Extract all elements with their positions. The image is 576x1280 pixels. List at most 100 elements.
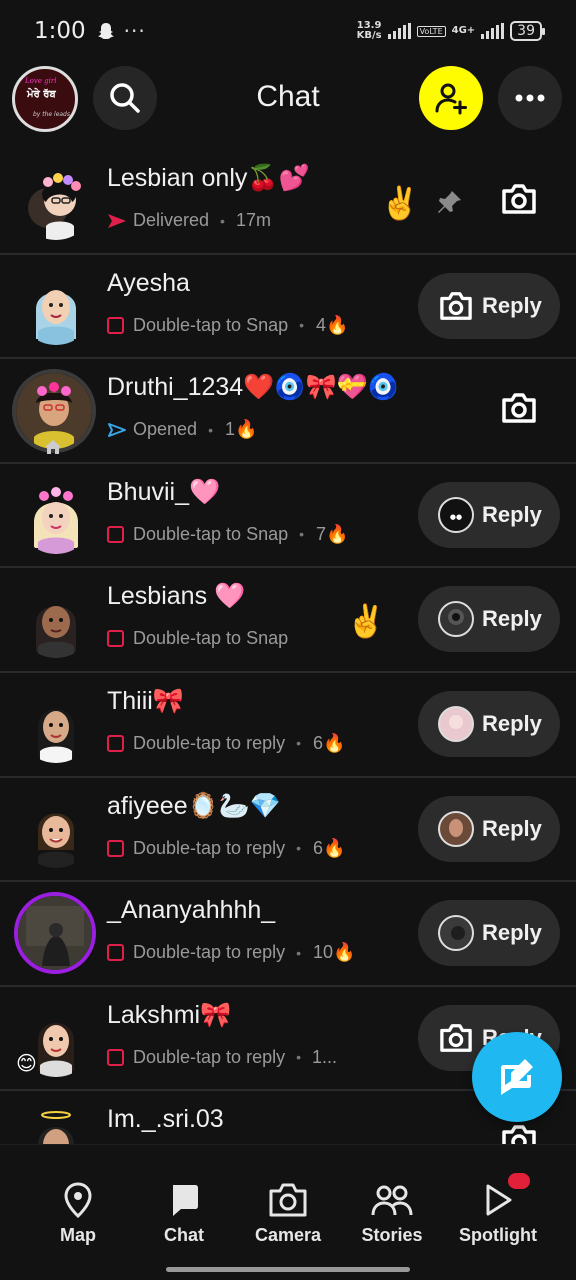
home-indicator[interactable] — [166, 1267, 410, 1272]
new-chat-button[interactable] — [472, 1032, 562, 1122]
chat-status: Delivered • 17m — [107, 210, 271, 231]
signal-icon-2 — [481, 23, 505, 39]
bitmoji-avatar[interactable] — [18, 582, 94, 659]
network-speed: 13.9 KB/s — [356, 20, 382, 41]
chat-list[interactable]: Lesbian only🍒💕 Delivered • 17m ✌️ Ayesha… — [0, 150, 576, 1144]
chat-name: Lesbian only🍒💕 — [107, 164, 310, 192]
chat-name: Ayesha — [107, 268, 190, 297]
peace-sign-emoji: ✌️ — [346, 602, 386, 641]
nav-camera[interactable]: Camera — [238, 1181, 338, 1246]
reply-button[interactable]: Reply — [418, 586, 560, 653]
status-bar: 1:00 ··· 13.9 KB/s VoLTE 4G+ 39 — [0, 0, 576, 62]
chat-row[interactable]: Ayesha Double-tap to Snap • 4🔥 Reply — [0, 255, 576, 360]
battery-icon: 39 — [510, 21, 545, 41]
chat-name: Lesbians 🩷 — [107, 582, 246, 611]
svg-text:●●: ●● — [450, 513, 462, 521]
streak-count: 6🔥 — [313, 837, 346, 858]
home-icon — [45, 440, 61, 455]
snap-thumbnail — [438, 601, 474, 638]
streak-count: 1... — [312, 1046, 338, 1067]
opened-arrow-icon — [108, 422, 126, 437]
reply-button[interactable]: Reply — [418, 690, 560, 757]
snap-thumbnail — [438, 705, 474, 742]
chat-name: Thiii🎀 — [107, 686, 184, 715]
unread-chat-icon — [107, 734, 124, 752]
unread-chat-icon — [107, 839, 124, 857]
notification-dots: ··· — [123, 19, 146, 43]
more-options-button[interactable] — [498, 66, 562, 130]
streak-count: 7🔥 — [316, 523, 349, 544]
bitmoji-avatar[interactable] — [18, 1105, 94, 1144]
status-time: 1:00 — [34, 18, 86, 44]
story-avatar[interactable] — [14, 892, 96, 975]
chat-row[interactable]: Druthi_1234❤️🧿🎀💝🧿 Opened • 1🔥 — [0, 359, 576, 464]
snap-thumbnail — [438, 810, 474, 847]
chat-row[interactable]: _Ananyahhhh_ Double-tap to reply • 10🔥 R… — [0, 882, 576, 987]
unread-chat-icon — [107, 944, 124, 962]
smile-emoji: 😊 — [16, 1050, 37, 1075]
signal-icon — [387, 23, 411, 39]
chat-name: Druthi_1234❤️🧿🎀💝🧿 — [107, 373, 399, 402]
map-pin-icon — [64, 1182, 92, 1219]
notification-badge — [508, 1173, 530, 1189]
reply-button[interactable]: Reply — [418, 272, 560, 339]
nav-spotlight[interactable]: Spotlight — [448, 1173, 548, 1246]
chat-status: Double-tap to Snap • 4🔥 — [107, 315, 348, 336]
unread-snap-icon — [107, 316, 124, 334]
unread-snap-icon — [107, 525, 124, 543]
chat-row[interactable]: Thiii🎀 Double-tap to reply • 6🔥 Reply — [0, 673, 576, 778]
snapchat-ghost-icon — [97, 23, 114, 39]
chat-status: Double-tap to reply • 10🔥 — [107, 942, 355, 963]
nav-chat[interactable]: Chat — [134, 1181, 234, 1246]
bitmoji-avatar[interactable] — [18, 269, 94, 345]
reply-button[interactable]: Reply — [418, 900, 560, 967]
streak-count: 6🔥 — [313, 732, 346, 753]
chat-status: Opened • 1🔥 — [107, 419, 257, 440]
page-title: Chat — [256, 80, 320, 113]
stories-icon — [371, 1185, 413, 1216]
camera-icon — [440, 1023, 472, 1052]
streak-count: 4🔥 — [316, 314, 349, 335]
chat-bubble-icon — [173, 1185, 198, 1216]
chat-status: Double-tap to reply • 1... — [107, 1047, 337, 1068]
bitmoji-avatar[interactable] — [18, 792, 94, 868]
bottom-navigation: Map Chat Camera Stories Spotlight — [0, 1144, 576, 1280]
camera-icon — [440, 291, 472, 320]
bitmoji-avatar[interactable] — [18, 687, 94, 763]
chat-name: afiyeee🪞🦢💎 — [107, 791, 281, 820]
nav-map[interactable]: Map — [28, 1181, 128, 1246]
snap-thumbnail: ●● — [438, 496, 474, 533]
snap-thumbnail — [438, 915, 474, 952]
add-friend-icon — [435, 83, 467, 115]
chat-row[interactable]: Lesbian only🍒💕 Delivered • 17m ✌️ — [0, 150, 576, 255]
chat-header: Love girl ਮੇਰੇ ਰੱਬ by the leads Chat — [0, 62, 576, 150]
bitmoji-avatar[interactable] — [18, 478, 94, 554]
chat-name: Bhuvii_🩷 — [107, 477, 221, 506]
chat-status: Double-tap to reply • 6🔥 — [107, 733, 345, 754]
chat-row[interactable]: Lesbians 🩷 Double-tap to Snap ✌️ Reply — [0, 568, 576, 673]
chat-status: Double-tap to Snap — [107, 628, 288, 649]
add-friend-button[interactable] — [419, 66, 483, 130]
unread-snap-icon — [107, 630, 124, 648]
reply-button[interactable]: ●● Reply — [418, 481, 560, 548]
more-icon — [515, 94, 545, 102]
nav-stories[interactable]: Stories — [342, 1181, 442, 1246]
streak-count: 1🔥 — [224, 419, 258, 440]
chat-row[interactable]: afiyeee🪞🦢💎 Double-tap to reply • 6🔥 Repl… — [0, 778, 576, 883]
chat-name: Im._.sri.03 — [107, 1105, 224, 1134]
unread-chat-icon — [107, 1048, 124, 1066]
camera-icon[interactable] — [500, 391, 538, 425]
chat-row[interactable]: Bhuvii_🩷 Double-tap to Snap • 7🔥 ●● Repl… — [0, 464, 576, 569]
streak-count: 10🔥 — [313, 942, 356, 963]
reply-button[interactable]: Reply — [418, 795, 560, 862]
network-type: 4G+ — [451, 25, 476, 36]
chat-name: _Ananyahhhh_ — [107, 896, 276, 925]
volte-badge: VoLTE — [416, 25, 446, 37]
bitmoji-avatar[interactable] — [18, 164, 94, 240]
pin-icon[interactable] — [436, 188, 464, 216]
camera-icon — [269, 1183, 307, 1217]
peace-sign-emoji: ✌️ — [380, 184, 420, 222]
camera-icon[interactable] — [500, 1123, 538, 1144]
camera-icon[interactable] — [500, 182, 538, 216]
chat-status: Double-tap to reply • 6🔥 — [107, 838, 345, 859]
